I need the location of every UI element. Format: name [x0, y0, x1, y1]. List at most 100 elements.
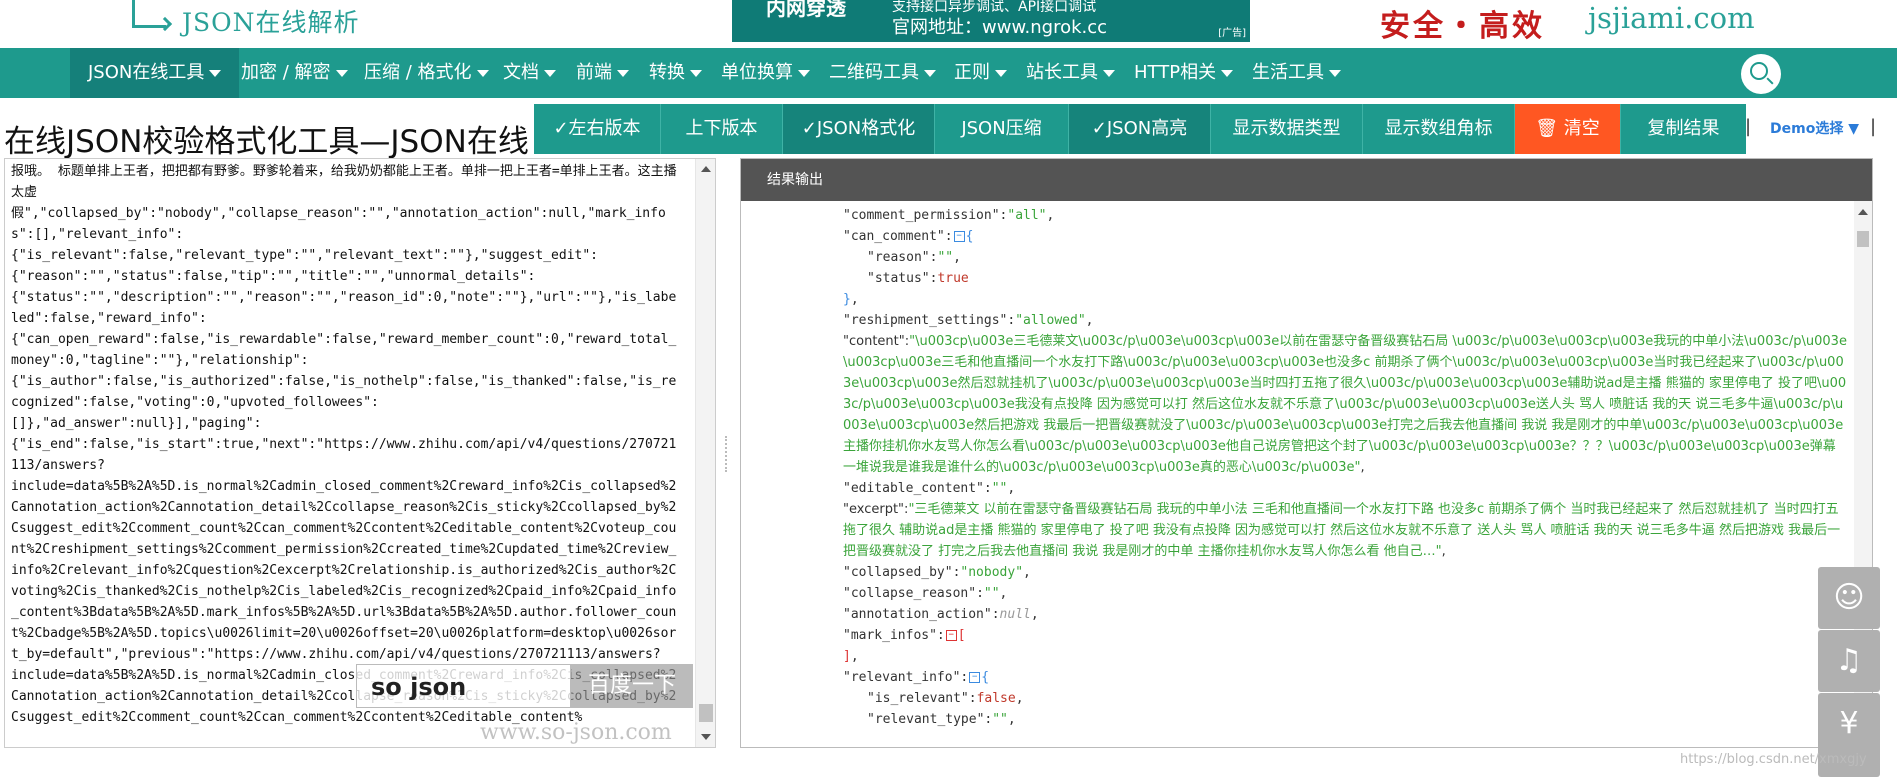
nav-label: 加密 / 解密 [241, 62, 331, 83]
toolbar-separator: | [1870, 116, 1877, 137]
left-right-layout-button[interactable]: ✓左右版本 [534, 104, 660, 154]
json-line: "relevant_info": −{ [843, 670, 990, 685]
json-format-button[interactable]: ✓JSON格式化 [782, 104, 934, 154]
nav-item-qrcode[interactable]: 二维码工具 [823, 48, 942, 98]
copy-result-button[interactable]: 复制结果 [1620, 104, 1746, 154]
caret-down-icon [544, 69, 556, 77]
caret-down-icon [798, 69, 810, 77]
nav-item-convert[interactable]: 转换 [643, 48, 708, 98]
slogan: 安全・高效 [1380, 9, 1545, 44]
nav-item-life[interactable]: 生活工具 [1246, 48, 1347, 98]
json-line: "collapsed_by":"nobody", [843, 565, 1031, 580]
trash-icon: 🗑 [1535, 118, 1564, 139]
json-line: ], [843, 649, 859, 664]
json-line: "is_relevant":false, [867, 691, 1024, 706]
caret-down-icon [476, 69, 489, 77]
nav-item-http[interactable]: HTTP相关 [1128, 48, 1239, 98]
json-line: }, [843, 292, 859, 307]
ad-tag: [广告] [1218, 28, 1246, 39]
json-line-content: "content":"\u003cp\u003e三毛德莱文\u003c/p\u0… [843, 334, 1847, 475]
json-line-excerpt: "excerpt":"三毛德莱文 以前在雷瑟守备晋级赛钻石局 我玩的中单小法 三… [843, 502, 1841, 559]
nav-label: 站长工具 [1026, 62, 1098, 83]
watermark-search-button: 百度一下 [571, 664, 693, 708]
toolbar-separator: | [1745, 116, 1752, 137]
show-data-types-button[interactable]: 显示数据类型 [1210, 104, 1362, 154]
nav-item-webmaster[interactable]: 站长工具 [1020, 48, 1121, 98]
nav-label: 正则 [954, 62, 990, 83]
json-line: "annotation_action":null, [843, 607, 1039, 622]
json-line: "relevant_type":"", [867, 712, 1016, 727]
ad-banner[interactable]: 内网穿透 支持接口异步调试、API接口调试 官网地址：www.ngrok.cc … [732, 0, 1250, 42]
demo-select[interactable]: Demo选择 ▼ [1770, 118, 1859, 138]
nav-item-docs[interactable]: 文档 [497, 48, 562, 98]
search-button[interactable] [1741, 54, 1781, 94]
input-scrollbar[interactable] [695, 159, 715, 747]
caret-down-icon [617, 69, 629, 77]
search-icon [1750, 62, 1768, 80]
chat-icon: ☺ [1833, 580, 1865, 615]
result-body: "comment_permission":"all", "can_comment… [741, 201, 1854, 747]
caret-down-icon [1103, 69, 1115, 77]
result-header: 结果输出 [741, 159, 1872, 201]
chat-button[interactable]: ☺ [1818, 567, 1880, 629]
watermark-search-box: so json [356, 664, 571, 708]
nav-item-compress[interactable]: 压缩 / 格式化 [358, 48, 495, 98]
top-bottom-layout-button[interactable]: 上下版本 [660, 104, 782, 154]
collapse-toggle-icon[interactable]: − [969, 672, 981, 683]
json-compress-button[interactable]: JSON压缩 [934, 104, 1068, 154]
main-nav: JSON在线工具 加密 / 解密 压缩 / 格式化 文档 前端 转换 单位换算 … [0, 48, 1897, 98]
collapse-toggle-icon[interactable]: − [945, 630, 957, 641]
caret-down-icon [335, 69, 348, 77]
scroll-thumb[interactable] [699, 704, 713, 722]
nav-item-json-tools[interactable]: JSON在线工具 [70, 48, 240, 98]
watermark-url: www.so-json.com [480, 720, 672, 745]
json-highlight-button[interactable]: ✓JSON高亮 [1068, 104, 1210, 154]
qq-icon: ♫ [1835, 643, 1863, 678]
nav-item-encrypt[interactable]: 加密 / 解密 [235, 48, 354, 98]
ad-title: 内网穿透 [766, 0, 846, 20]
json-line: "comment_permission":"all", [843, 208, 1055, 223]
scroll-up-icon[interactable] [1858, 209, 1868, 215]
json-input-editor[interactable]: 报哦。 标题单排上王者，把把都有野爹。野爹轮着来，给我奶奶都能上王者。单排一把上… [4, 158, 716, 748]
nav-label: 文档 [503, 62, 539, 83]
json-line: "reason":"", [867, 250, 961, 265]
caret-down-icon [209, 69, 222, 77]
nav-item-regex[interactable]: 正则 [948, 48, 1013, 98]
qq-button[interactable]: ♫ [1818, 630, 1880, 692]
caret-down-icon [1329, 69, 1341, 77]
result-panel: 结果输出 "comment_permission":"all", "can_co… [740, 158, 1873, 748]
nav-label: 前端 [576, 62, 612, 83]
ad-line2: 官网地址：www.ngrok.cc [892, 17, 1108, 38]
scroll-thumb[interactable] [1857, 231, 1869, 247]
json-line: "can_comment": −{ [843, 229, 974, 244]
nav-item-frontend[interactable]: 前端 [570, 48, 635, 98]
clear-label: 清空 [1563, 118, 1600, 139]
yen-icon: ¥ [1839, 706, 1859, 741]
json-line: "mark_infos": −[ [843, 628, 966, 643]
panel-splitter[interactable] [725, 436, 731, 472]
nav-label: 压缩 / 格式化 [364, 62, 472, 83]
collapse-toggle-icon[interactable]: − [953, 231, 965, 242]
json-input-text[interactable]: 报哦。 标题单排上王者，把把都有野爹。野爹轮着来，给我奶奶都能上王者。单排一把上… [11, 161, 683, 728]
top-header: JSON在线解析 内网穿透 支持接口异步调试、API接口调试 官网地址：www.… [0, 0, 1897, 48]
nav-label: 生活工具 [1252, 62, 1324, 83]
nav-label: 二维码工具 [829, 62, 919, 83]
nav-label: 单位换算 [721, 62, 793, 83]
logo-arrow-icon [130, 0, 173, 36]
page-title: 在线JSON校验格式化工具—JSON在线 [4, 124, 529, 160]
scroll-up-icon[interactable] [701, 166, 711, 172]
json-line: "status":true [867, 271, 969, 286]
show-array-index-button[interactable]: 显示数组角标 [1362, 104, 1514, 154]
caret-down-icon [1221, 69, 1234, 77]
json-line: "editable_content":"", [843, 481, 1016, 496]
caret-down-icon [690, 69, 702, 77]
clear-button[interactable]: 🗑 清空 [1514, 104, 1620, 154]
caret-down-icon [995, 69, 1007, 77]
caret-down-icon [924, 69, 936, 77]
scroll-down-icon[interactable] [701, 734, 711, 740]
site-logo[interactable]: JSON在线解析 [130, 0, 360, 42]
nav-label: HTTP相关 [1134, 62, 1217, 83]
nav-item-units[interactable]: 单位换算 [715, 48, 816, 98]
nav-label: JSON在线工具 [88, 62, 205, 83]
site-domain[interactable]: jsjiami.com [1588, 1, 1755, 35]
